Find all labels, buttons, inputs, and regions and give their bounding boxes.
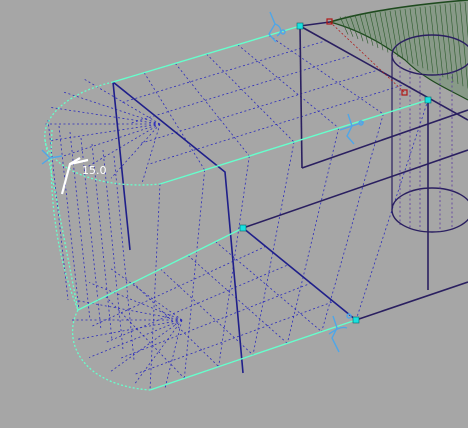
tangency-constraint-icon[interactable]: [41, 149, 63, 165]
selected-outline[interactable]: [44, 25, 429, 391]
tangency-constraint-icon[interactable]: [339, 113, 365, 145]
tangency-constraint-icon[interactable]: [268, 11, 286, 43]
mesh-grid: [47, 25, 429, 391]
tangency-constraint-icon[interactable]: [328, 313, 352, 353]
solid-edges[interactable]: [112, 21, 468, 374]
endpoint-marker-icon[interactable]: [239, 224, 247, 232]
endpoint-marker-icon[interactable]: [296, 22, 304, 30]
cad-3d-viewport[interactable]: 15.0: [0, 0, 468, 428]
endpoint-marker-icon[interactable]: [352, 316, 360, 324]
nose-fan: [45, 78, 183, 390]
angle-dimension[interactable]: 15.0: [60, 157, 107, 195]
angle-dimension-value: 15.0: [82, 164, 107, 177]
endpoint-marker-icon[interactable]: [424, 96, 432, 104]
loft-surface[interactable]: [329, 0, 468, 101]
